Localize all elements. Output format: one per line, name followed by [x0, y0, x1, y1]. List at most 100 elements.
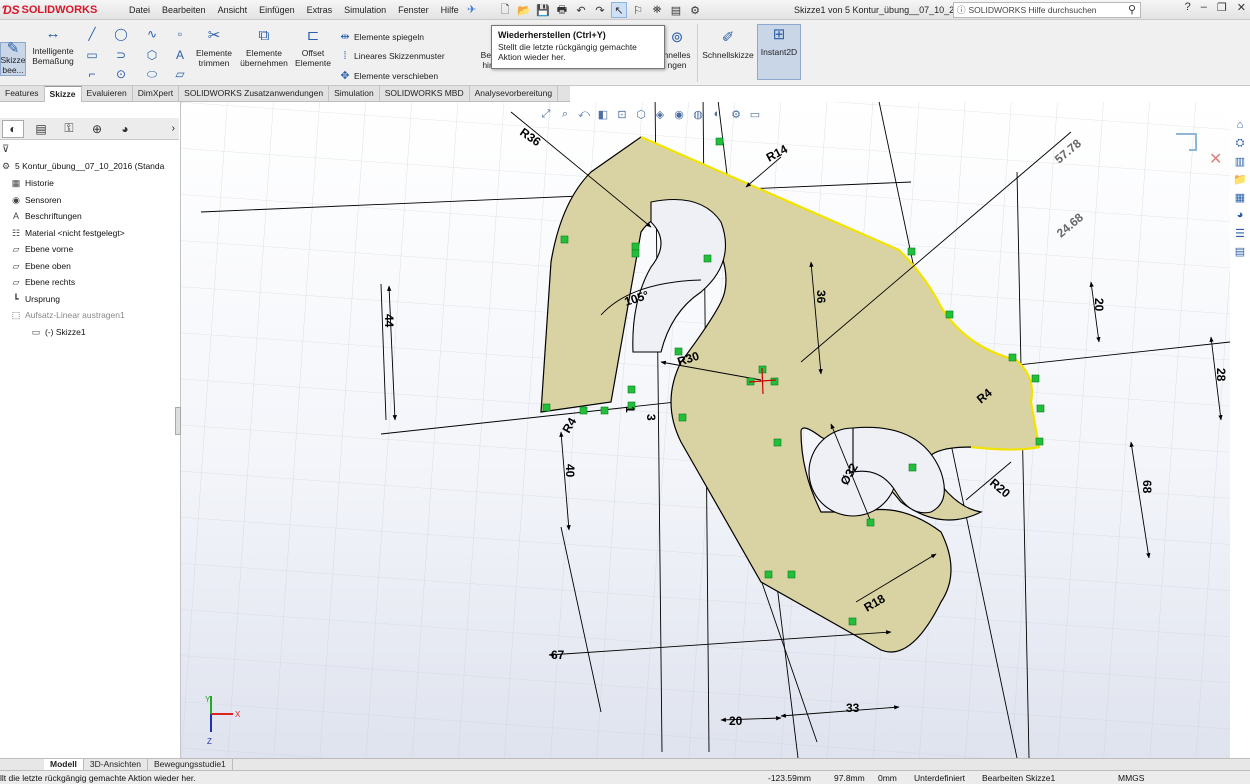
graphics-area[interactable]: ⤢ ⌕ ⤺ ◧ ⊡ ⬡ ◈ ◉ ◍ ◐ ⚙ ▭ R36 R14 57.78 24… — [181, 102, 1230, 758]
file-explorer-icon[interactable]: 📁 — [1232, 172, 1248, 186]
home-icon[interactable]: ⌂ — [1232, 118, 1248, 132]
zoom-to-fit-icon[interactable]: ⤢ — [538, 106, 554, 122]
dim-68[interactable]: 68 — [1140, 480, 1154, 494]
line-icon[interactable]: ╱ — [84, 26, 100, 42]
new-document-icon[interactable]: 🗋 — [497, 2, 513, 18]
dim-36[interactable]: 36 — [814, 290, 828, 304]
tab-sketch[interactable]: Skizze — [44, 86, 82, 102]
repair-sketch-button[interactable]: ⊚ hnelles ngen — [660, 28, 694, 78]
plane-icon[interactable]: ▱ — [172, 66, 188, 82]
forum-icon[interactable]: ▤ — [1232, 244, 1248, 258]
point-icon[interactable]: ▫ — [172, 26, 188, 42]
property-manager-tab-icon[interactable]: ▤ — [30, 120, 52, 138]
convert-entities-button[interactable]: ⧉ Elemente übernehmen — [238, 26, 290, 78]
quick-sketch-button[interactable]: ✐ Schnellskizze — [702, 28, 754, 78]
dim-44[interactable]: 44 — [382, 314, 396, 328]
tab-3d-views[interactable]: 3D-Ansichten — [84, 759, 148, 770]
status-units[interactable]: MMGS — [1118, 773, 1144, 783]
apply-scene-icon[interactable]: ◐ — [709, 106, 725, 122]
circle-icon[interactable]: ◯ — [113, 26, 129, 42]
display-monitor-icon[interactable]: ▭ — [747, 106, 763, 122]
edit-appearance-icon[interactable]: ◍ — [690, 106, 706, 122]
tab-evaluate[interactable]: Evaluieren — [82, 86, 133, 102]
open-icon[interactable]: 📂 — [516, 2, 532, 18]
tab-simulation[interactable]: Simulation — [329, 86, 380, 102]
traffic-light-icon[interactable]: ⛯ — [649, 2, 665, 18]
tab-model[interactable]: Modell — [44, 759, 84, 770]
dim-28[interactable]: 28 — [1214, 368, 1228, 382]
slot-icon[interactable]: ⊃ — [113, 47, 129, 63]
undo-icon[interactable]: ↶ — [573, 2, 589, 18]
smart-dimension-button[interactable]: ↔ Intelligente Bemaßung — [28, 24, 78, 80]
redo-icon[interactable]: ↷ — [592, 2, 608, 18]
close-icon[interactable]: ✕ — [1237, 1, 1246, 14]
dim-20-right[interactable]: 20 — [1092, 298, 1106, 312]
section-view-icon[interactable]: ◧ — [595, 106, 611, 122]
tab-analysis-prep[interactable]: Analysevorbereitung — [470, 86, 559, 102]
rebuild-icon[interactable]: ⚐ — [630, 2, 646, 18]
dimxpert-manager-tab-icon[interactable]: ⊕ — [86, 120, 108, 138]
sketch-edit-button[interactable]: ✎ Skizze bee... — [0, 41, 26, 76]
menu-help[interactable]: Hilfe — [435, 0, 465, 20]
tab-dimxpert[interactable]: DimXpert — [133, 86, 180, 102]
tree-item-annotations[interactable]: A Beschriftungen — [10, 210, 82, 222]
menu-insert[interactable]: Einfügen — [253, 0, 301, 20]
print-icon[interactable]: 🖶 — [554, 2, 570, 18]
spline-icon[interactable]: ∿ — [144, 26, 160, 42]
dim-67[interactable]: 67 — [551, 648, 565, 662]
menu-file[interactable]: Datei — [123, 0, 156, 20]
cancel-sketch-icon[interactable]: ✕ — [1209, 151, 1222, 168]
tree-root[interactable]: ⚙ 5 Kontur_übung__07_10_2016 (Standa — [0, 160, 164, 172]
move-entities-button[interactable]: ✥ Elemente verschieben — [339, 69, 438, 82]
tree-item-origin[interactable]: ┗ Ursprung — [10, 293, 60, 305]
tree-item-material[interactable]: ☷ Material <nicht festgelegt> — [10, 227, 125, 239]
display-manager-tab-icon[interactable]: ◕ — [114, 120, 136, 138]
trim-entities-button[interactable]: ✂ Elemente trimmen — [193, 26, 235, 78]
instant2d-button[interactable]: ⊞ Instant2D — [757, 24, 801, 80]
feature-manager-tab-icon[interactable]: ◐ — [2, 119, 24, 138]
rectangle-icon[interactable]: ▭ — [84, 47, 100, 63]
polygon-icon[interactable]: ⬡ — [144, 47, 160, 63]
linear-pattern-button[interactable]: ⁞ Lineares Skizzenmuster — [339, 50, 444, 62]
mirror-entities-button[interactable]: ⇹ Elemente spiegeln — [339, 30, 424, 43]
dynamic-annotation-icon[interactable]: ⊡ — [614, 106, 630, 122]
centerline-icon[interactable]: ⊙ — [113, 66, 129, 82]
design-library-icon[interactable]: ▥ — [1232, 154, 1248, 168]
custom-properties-icon[interactable]: ☰ — [1232, 226, 1248, 240]
chevron-right-icon[interactable]: › — [172, 123, 175, 134]
configuration-manager-tab-icon[interactable]: ⚿ — [58, 120, 80, 138]
search-icon[interactable]: ⚲ — [1128, 3, 1136, 16]
save-icon[interactable]: 💾 — [535, 2, 551, 18]
solidworks-logo[interactable]: ƊS SOLIDWORKS — [2, 3, 97, 17]
tree-item-sensors[interactable]: ◉ Sensoren — [10, 194, 61, 206]
minimize-icon[interactable]: – — [1201, 1, 1207, 14]
menu-edit[interactable]: Bearbeiten — [156, 0, 212, 20]
hide-show-icon[interactable]: ◉ — [671, 106, 687, 122]
tab-mbd[interactable]: SOLIDWORKS MBD — [380, 86, 470, 102]
options-gear-icon[interactable]: ⚙ — [687, 2, 703, 18]
menu-view[interactable]: Ansicht — [212, 0, 254, 20]
offset-entities-button[interactable]: ⊏ Offset Elemente — [294, 26, 332, 78]
menu-tools[interactable]: Extras — [301, 0, 339, 20]
dim-1[interactable]: 1 — [623, 406, 637, 413]
tree-item-sketch1[interactable]: ▭ (-) Skizze1 — [30, 326, 86, 338]
view-palette-icon[interactable]: ▦ — [1232, 190, 1248, 204]
help-search-input[interactable]: ⓘ SOLIDWORKS Hilfe durchsuchen ⚲ — [953, 2, 1141, 18]
pin-menu-icon[interactable]: ✈ — [467, 3, 476, 16]
view-orientation-icon[interactable]: ⬡ — [633, 106, 649, 122]
display-style-icon[interactable]: ◈ — [652, 106, 668, 122]
dim-3[interactable]: 3 — [644, 414, 658, 421]
zoom-area-icon[interactable]: ⌕ — [557, 106, 573, 122]
dim-33[interactable]: 33 — [846, 701, 860, 715]
tab-motion-study[interactable]: Bewegungsstudie1 — [148, 759, 233, 770]
tree-item-right-plane[interactable]: ▱ Ebene rechts — [10, 276, 76, 288]
menu-simulation[interactable]: Simulation — [338, 0, 392, 20]
tab-addins[interactable]: SOLIDWORKS Zusatzanwendungen — [179, 86, 330, 102]
tree-item-front-plane[interactable]: ▱ Ebene vorne — [10, 243, 74, 255]
maximize-icon[interactable]: ❐ — [1217, 1, 1227, 14]
tree-item-history[interactable]: ▦ Historie — [10, 177, 54, 189]
tree-item-boss-extrude[interactable]: ⬚ Aufsatz-Linear austragen1 — [10, 309, 125, 321]
appearances-icon[interactable]: ◕ — [1232, 208, 1248, 222]
menu-window[interactable]: Fenster — [392, 0, 435, 20]
tab-features[interactable]: Features — [0, 86, 45, 102]
